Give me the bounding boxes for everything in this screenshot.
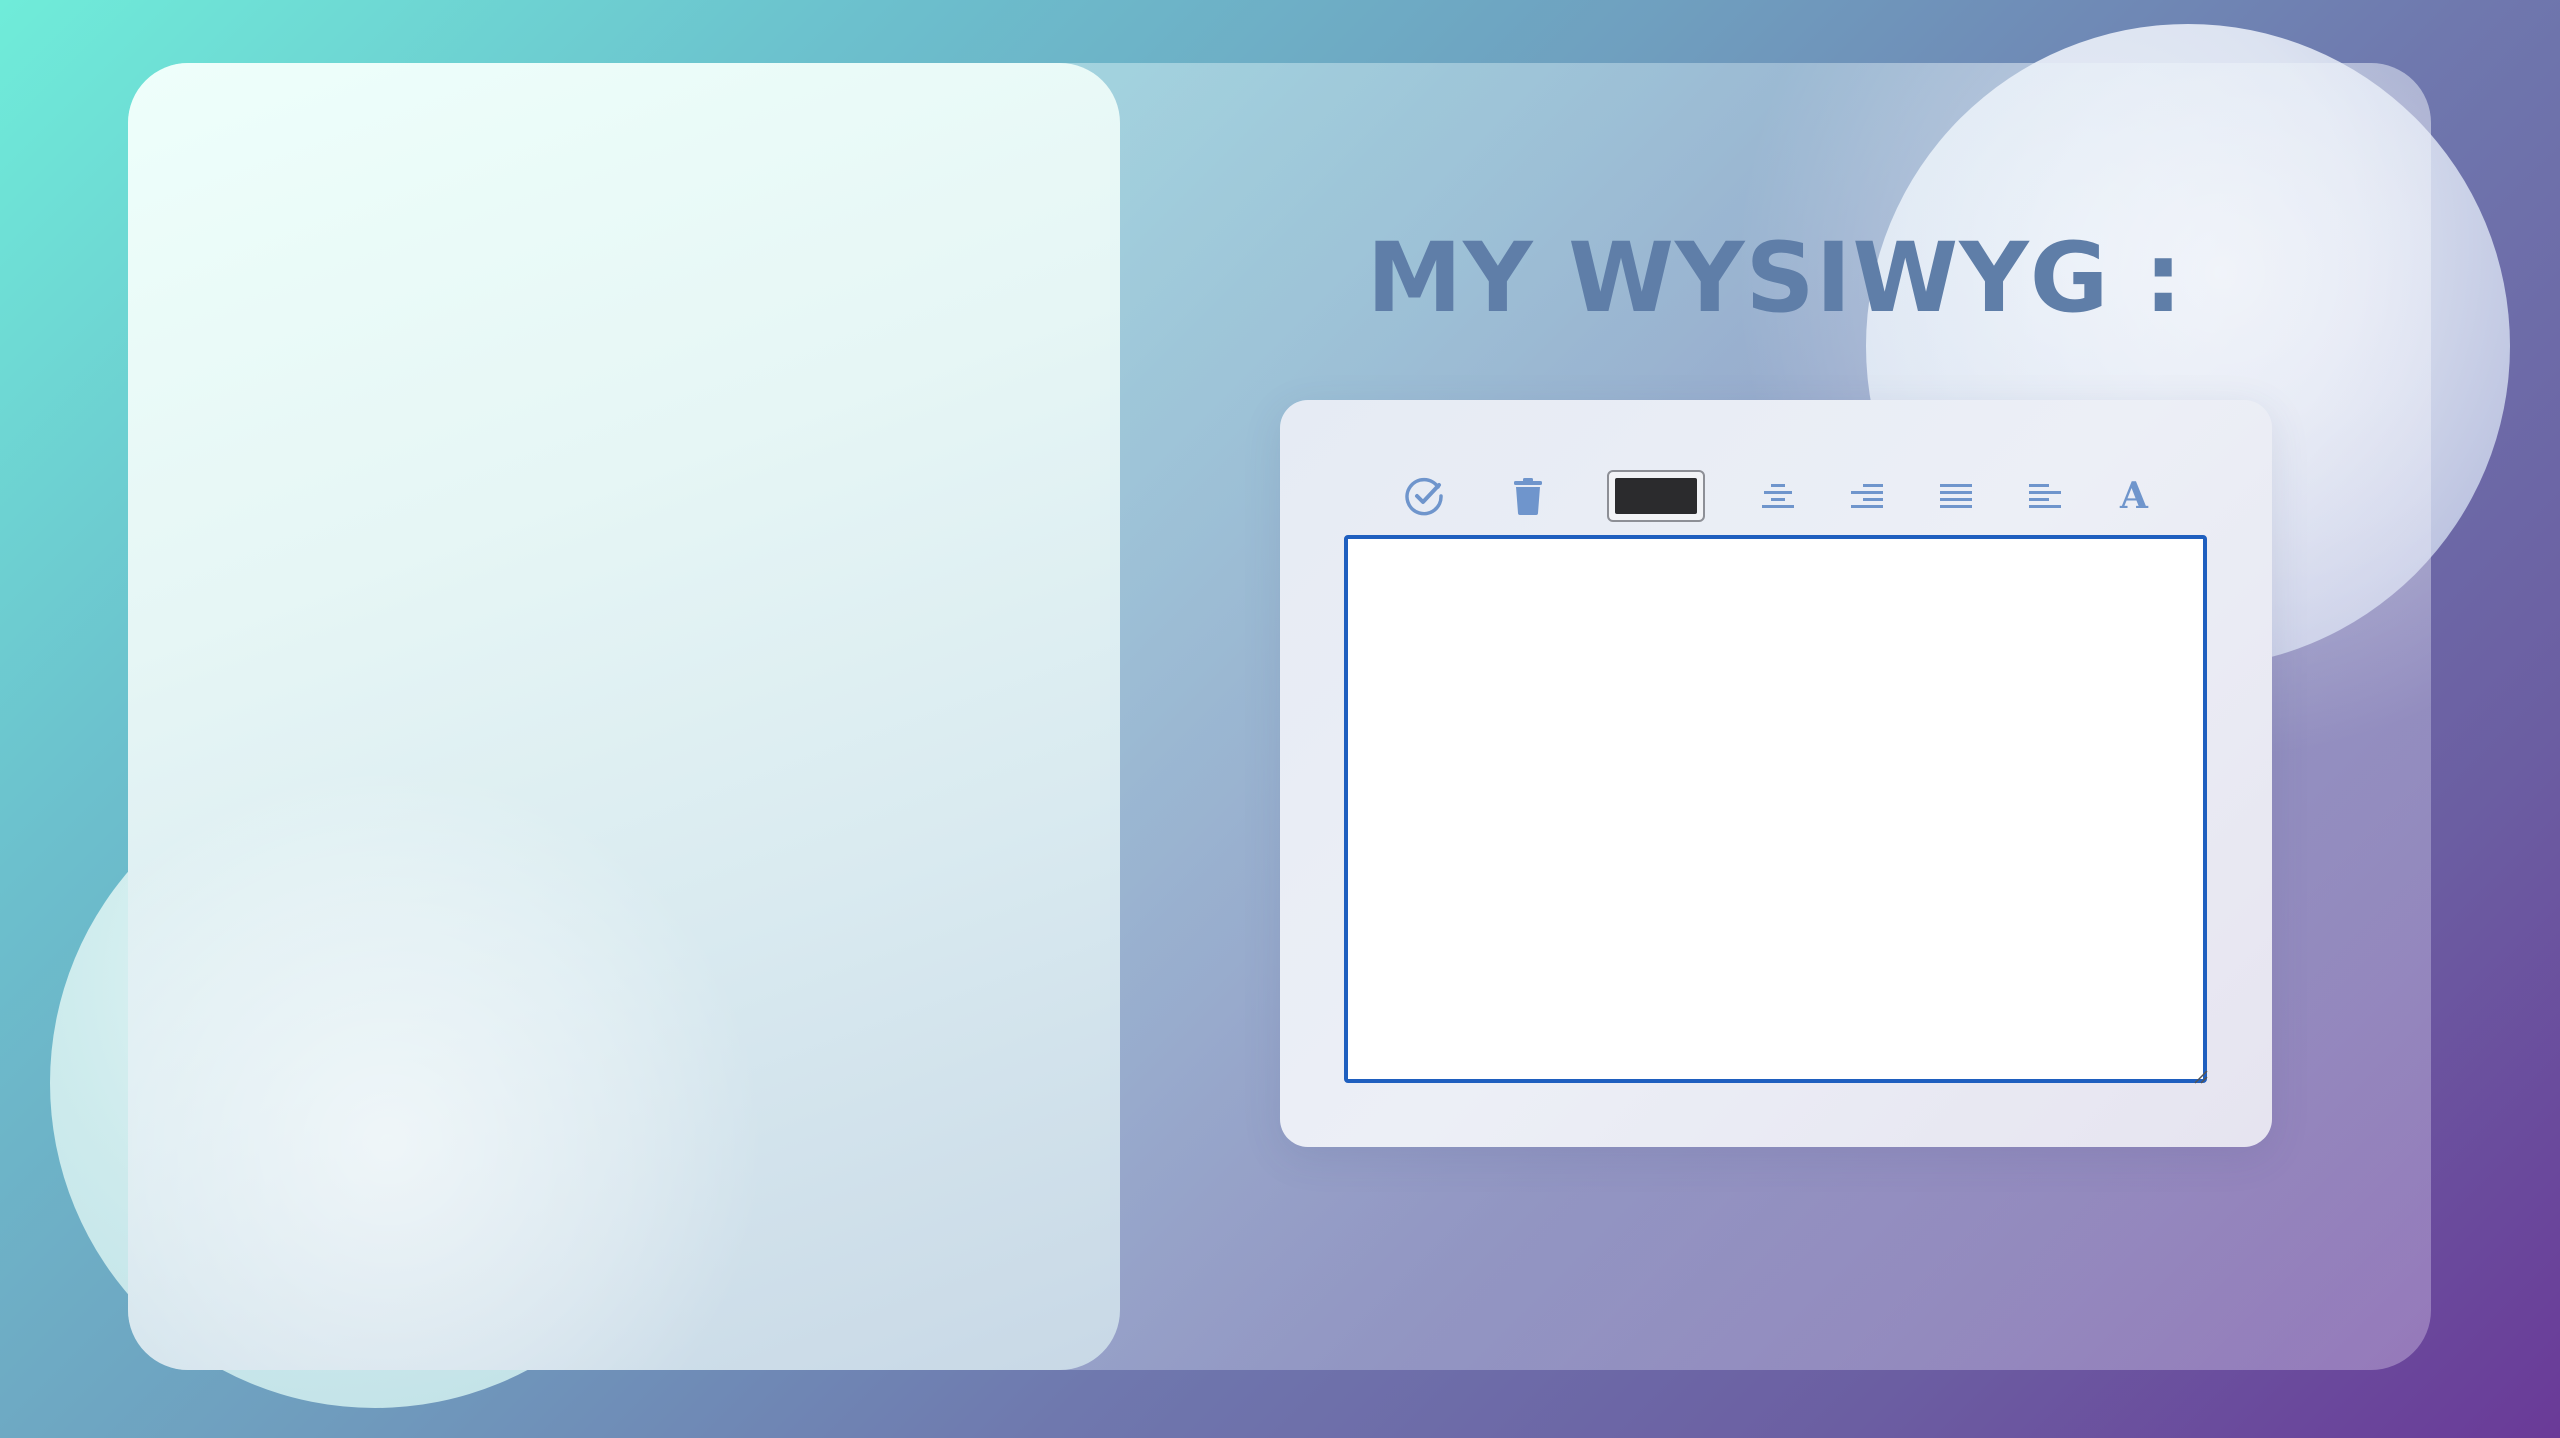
wysiwyg-editor: A — [1280, 400, 2272, 1147]
align-center-icon — [1760, 481, 1796, 511]
font-button[interactable]: A — [2106, 468, 2162, 524]
delete-button[interactable] — [1500, 468, 1556, 524]
editor-text-area[interactable] — [1344, 535, 2207, 1083]
side-panel — [128, 63, 1120, 1370]
align-center-button[interactable] — [1750, 468, 1806, 524]
trash-icon — [1510, 476, 1546, 516]
color-swatch-fill — [1615, 478, 1697, 514]
resize-grip-icon[interactable] — [2193, 1069, 2209, 1085]
align-justify-button[interactable] — [1928, 468, 1984, 524]
font-icon: A — [2120, 475, 2148, 517]
page-title: MY WYSIWYG : — [1366, 222, 2184, 334]
align-justify-icon — [1938, 481, 1974, 511]
align-right-button[interactable] — [1839, 468, 1895, 524]
text-color-picker[interactable] — [1607, 470, 1705, 522]
align-left-button[interactable] — [2017, 468, 2073, 524]
editor-toolbar: A — [1280, 468, 2272, 524]
validate-button[interactable] — [1397, 468, 1453, 524]
align-left-icon — [2027, 481, 2063, 511]
check-circle-icon — [1403, 474, 1447, 518]
align-right-icon — [1849, 481, 1885, 511]
